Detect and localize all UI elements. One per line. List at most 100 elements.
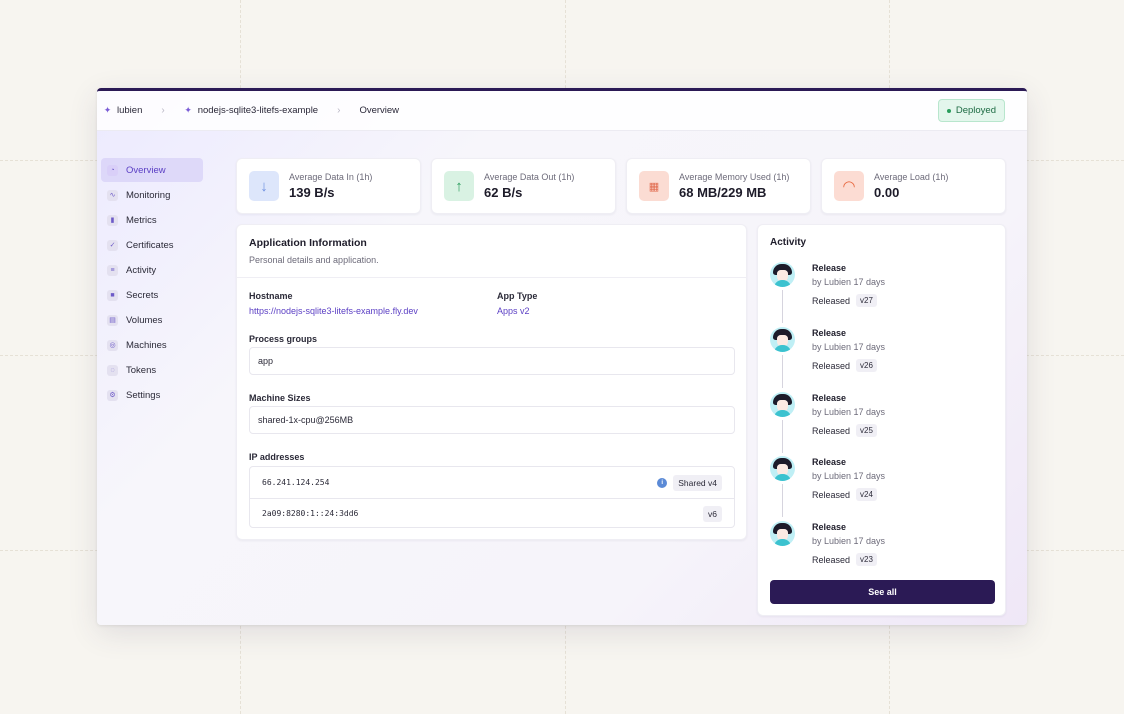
timeline-connector — [782, 290, 783, 323]
version-badge: v24 — [856, 488, 877, 501]
sidebar-item-label: Settings — [126, 389, 161, 401]
stat-value: 62 B/s — [484, 185, 523, 200]
settings-icon: ⚙ — [107, 389, 118, 401]
activity-status-label: Released — [812, 425, 851, 436]
sidebar-item-label: Volumes — [126, 314, 163, 326]
status-badge: Deployed — [937, 99, 1005, 122]
sidebar-item-machines[interactable]: ◎ Machines — [101, 333, 203, 357]
hostname-label: Hostname — [249, 291, 293, 301]
sidebar-item-tokens[interactable]: ◌ Tokens — [101, 358, 203, 382]
avatar — [770, 521, 795, 546]
sidebar-item-volumes[interactable]: ▤ Volumes — [101, 308, 203, 332]
activity-name: Release — [812, 457, 847, 467]
timeline-connector — [782, 420, 783, 453]
avatar — [770, 327, 795, 352]
timeline-connector — [782, 355, 783, 388]
activity-status-label: Released — [812, 360, 851, 371]
activity-name: Release — [812, 328, 847, 338]
sidebar-item-metrics[interactable]: ▮ Metrics — [101, 208, 203, 232]
activity-status: Released v23 — [812, 553, 877, 566]
activity-title: Activity — [770, 237, 807, 248]
activity-name: Release — [812, 263, 847, 273]
activity-author: by Lubien 17 days — [812, 471, 886, 481]
activity-author: by Lubien 17 days — [812, 277, 886, 287]
stat-card-data-in: ↓ Average Data In (1h) 139 B/s — [236, 158, 421, 214]
sidebar-item-label: Certificates — [126, 239, 174, 251]
activity-status: Released v25 — [812, 424, 877, 437]
sidebar-item-label: Monitoring — [126, 189, 171, 201]
breadcrumb: ✦ lubien › ✦ nodejs-sqlite3-litefs-examp… — [103, 105, 399, 116]
sidebar-item-label: Overview — [126, 164, 166, 176]
breadcrumb-page[interactable]: Overview — [359, 105, 399, 116]
table-row: 66.241.124.254 i Shared v4 — [250, 467, 734, 498]
process-groups-field: app — [249, 347, 735, 375]
machine-sizes-label: Machine Sizes — [249, 393, 311, 403]
sidebar-item-settings[interactable]: ⚙ Settings — [101, 383, 203, 407]
table-row: 2a09:8280:1::24:3dd6 v6 — [250, 498, 734, 528]
activity-status: Released v27 — [812, 294, 877, 307]
breadcrumb-org[interactable]: lubien — [117, 105, 142, 116]
sidebar: ◔ Overview ∿ Monitoring ▮ Metrics ✓ Cert… — [101, 158, 203, 408]
timeline-connector — [782, 484, 783, 517]
app-type-label: App Type — [497, 291, 538, 301]
status-dot-icon — [946, 108, 951, 113]
activity-status-label: Released — [812, 554, 851, 565]
ip-addresses-table: 66.241.124.254 i Shared v4 2a09:8280:1::… — [249, 466, 735, 528]
stat-card-memory: ▦ Average Memory Used (1h) 68 MB/229 MB — [626, 158, 811, 214]
activity-item: Release by Lubien 17 days Released v25 — [770, 390, 1000, 453]
version-badge: v27 — [856, 294, 877, 307]
ip-address: 66.241.124.254 — [262, 478, 330, 487]
activity-author: by Lubien 17 days — [812, 342, 886, 352]
memory-icon: ▦ — [639, 171, 669, 201]
ip-type-badge: v6 — [703, 505, 722, 522]
info-card-title: Application Information — [249, 237, 367, 249]
avatar — [770, 392, 795, 417]
activity-icon: ≡ — [107, 264, 118, 276]
sidebar-item-label: Metrics — [126, 214, 157, 226]
activity-author: by Lubien 17 days — [812, 536, 886, 546]
sidebar-item-activity[interactable]: ≡ Activity — [101, 258, 203, 282]
sidebar-item-secrets[interactable]: ■ Secrets — [101, 283, 203, 307]
avatar — [770, 262, 795, 287]
activity-author: by Lubien 17 days — [812, 407, 886, 417]
app-icon: ✦ — [184, 105, 192, 115]
metrics-icon: ▮ — [107, 214, 118, 226]
hostname-link[interactable]: https://nodejs-sqlite3-litefs-example.fl… — [249, 306, 418, 316]
stat-card-load: ◠ Average Load (1h) 0.00 — [821, 158, 1006, 214]
stat-value: 68 MB/229 MB — [679, 185, 767, 200]
breadcrumb-app[interactable]: nodejs-sqlite3-litefs-example — [198, 105, 318, 116]
see-all-button[interactable]: See all — [770, 580, 995, 604]
info-icon[interactable]: i — [657, 477, 668, 488]
sidebar-item-certificates[interactable]: ✓ Certificates — [101, 233, 203, 257]
stat-label: Average Memory Used (1h) — [679, 172, 790, 182]
version-badge: v26 — [856, 359, 877, 372]
stat-value: 0.00 — [874, 185, 900, 200]
info-card-subtitle: Personal details and application. — [249, 255, 379, 265]
sidebar-item-monitoring[interactable]: ∿ Monitoring — [101, 183, 203, 207]
tokens-icon: ◌ — [107, 364, 118, 376]
activity-item: Release by Lubien 17 days Released v23 — [770, 519, 1000, 574]
stat-label: Average Data Out (1h) — [484, 172, 575, 182]
top-bar: ✦ lubien › ✦ nodejs-sqlite3-litefs-examp… — [97, 91, 1027, 131]
activity-status-label: Released — [812, 295, 851, 306]
sidebar-item-label: Machines — [126, 339, 167, 351]
activity-status-label: Released — [812, 489, 851, 500]
upload-icon: ↑ — [444, 171, 474, 201]
activity-item: Release by Lubien 17 days Released v24 — [770, 454, 1000, 517]
sidebar-item-overview[interactable]: ◔ Overview — [101, 158, 203, 182]
stat-value: 139 B/s — [289, 185, 335, 200]
activity-item: Release by Lubien 17 days Released v26 — [770, 325, 1000, 388]
activity-status: Released v24 — [812, 488, 877, 501]
download-icon: ↓ — [249, 171, 279, 201]
app-type-link[interactable]: Apps v2 — [497, 306, 530, 316]
application-info-card: Application Information Personal details… — [236, 224, 747, 540]
sidebar-item-label: Tokens — [126, 364, 157, 376]
activity-item: Release by Lubien 17 days Released v27 — [770, 260, 1000, 323]
volumes-icon: ▤ — [107, 314, 118, 326]
overview-icon: ◔ — [107, 164, 118, 176]
machines-icon: ◎ — [107, 339, 118, 351]
machine-sizes-field: shared-1x-cpu@256MB — [249, 406, 735, 434]
stat-label: Average Load (1h) — [874, 172, 949, 182]
app-window: ✦ lubien › ✦ nodejs-sqlite3-litefs-examp… — [97, 88, 1027, 625]
process-groups-label: Process groups — [249, 334, 318, 344]
